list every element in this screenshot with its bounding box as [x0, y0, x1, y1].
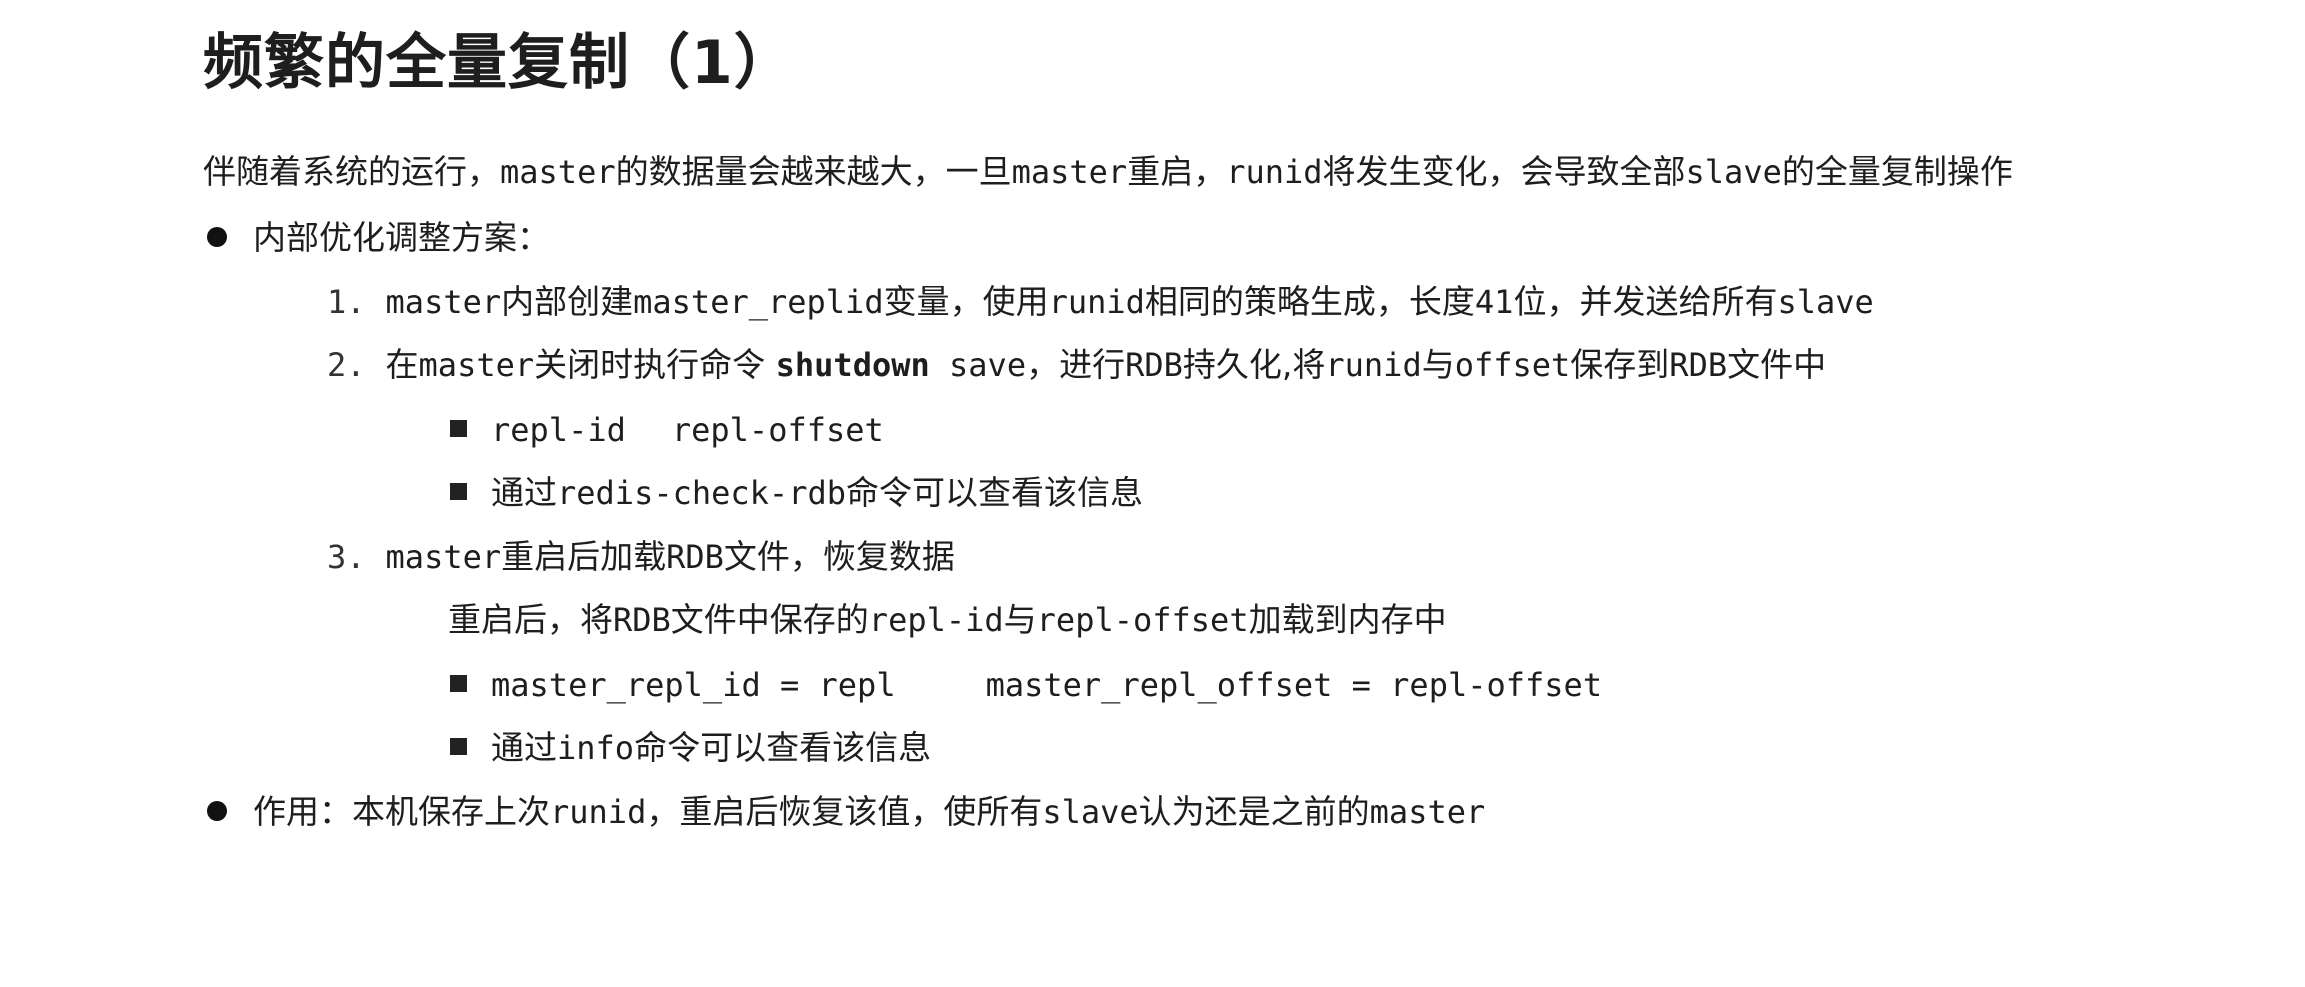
page-title: 频繁的全量复制（1）: [203, 28, 795, 98]
square-bullet-icon: [450, 738, 467, 755]
step-3-note: 重启后，将RDB文件中保存的repl-id与repl-offset加载到内存中: [448, 600, 1447, 639]
square-bullet-icon: [450, 483, 467, 500]
step-3: 3. master重启后加载RDB文件，恢复数据: [327, 537, 955, 576]
sub-item-check-rdb: 通过redis-check-rdb命令可以查看该信息: [450, 471, 1143, 515]
square-bullet-icon: [450, 675, 467, 692]
sub-item-info-command: 通过info命令可以查看该信息: [450, 726, 931, 770]
square-bullet-icon: [450, 420, 467, 437]
bullet-dot-icon: [207, 226, 227, 247]
bullet-effect: 作用：本机保存上次runid，重启后恢复该值，使所有slave认为还是之前的ma…: [207, 790, 1485, 834]
sub-item-master-repl-vars: master_repl_id = repl master_repl_offset …: [450, 663, 1602, 707]
step-1: 1. master内部创建master_replid变量，使用runid相同的策略…: [327, 282, 1874, 321]
sub-item-repl-fields: repl-id repl-offset: [450, 408, 884, 452]
intro-paragraph: 伴随着系统的运行，master的数据量会越来越大，一旦master重启，runi…: [203, 152, 2013, 191]
step-2: 2. 在master关闭时执行命令 shutdown save，进行RDB持久化,…: [327, 345, 1827, 384]
shutdown-command: shutdown: [775, 346, 930, 384]
bullet-dot-icon: [207, 800, 227, 821]
bullet-internal-optimization: 内部优化调整方案：: [207, 216, 550, 260]
slide: 频繁的全量复制（1） 伴随着系统的运行，master的数据量会越来越大，一旦ma…: [0, 0, 2305, 987]
